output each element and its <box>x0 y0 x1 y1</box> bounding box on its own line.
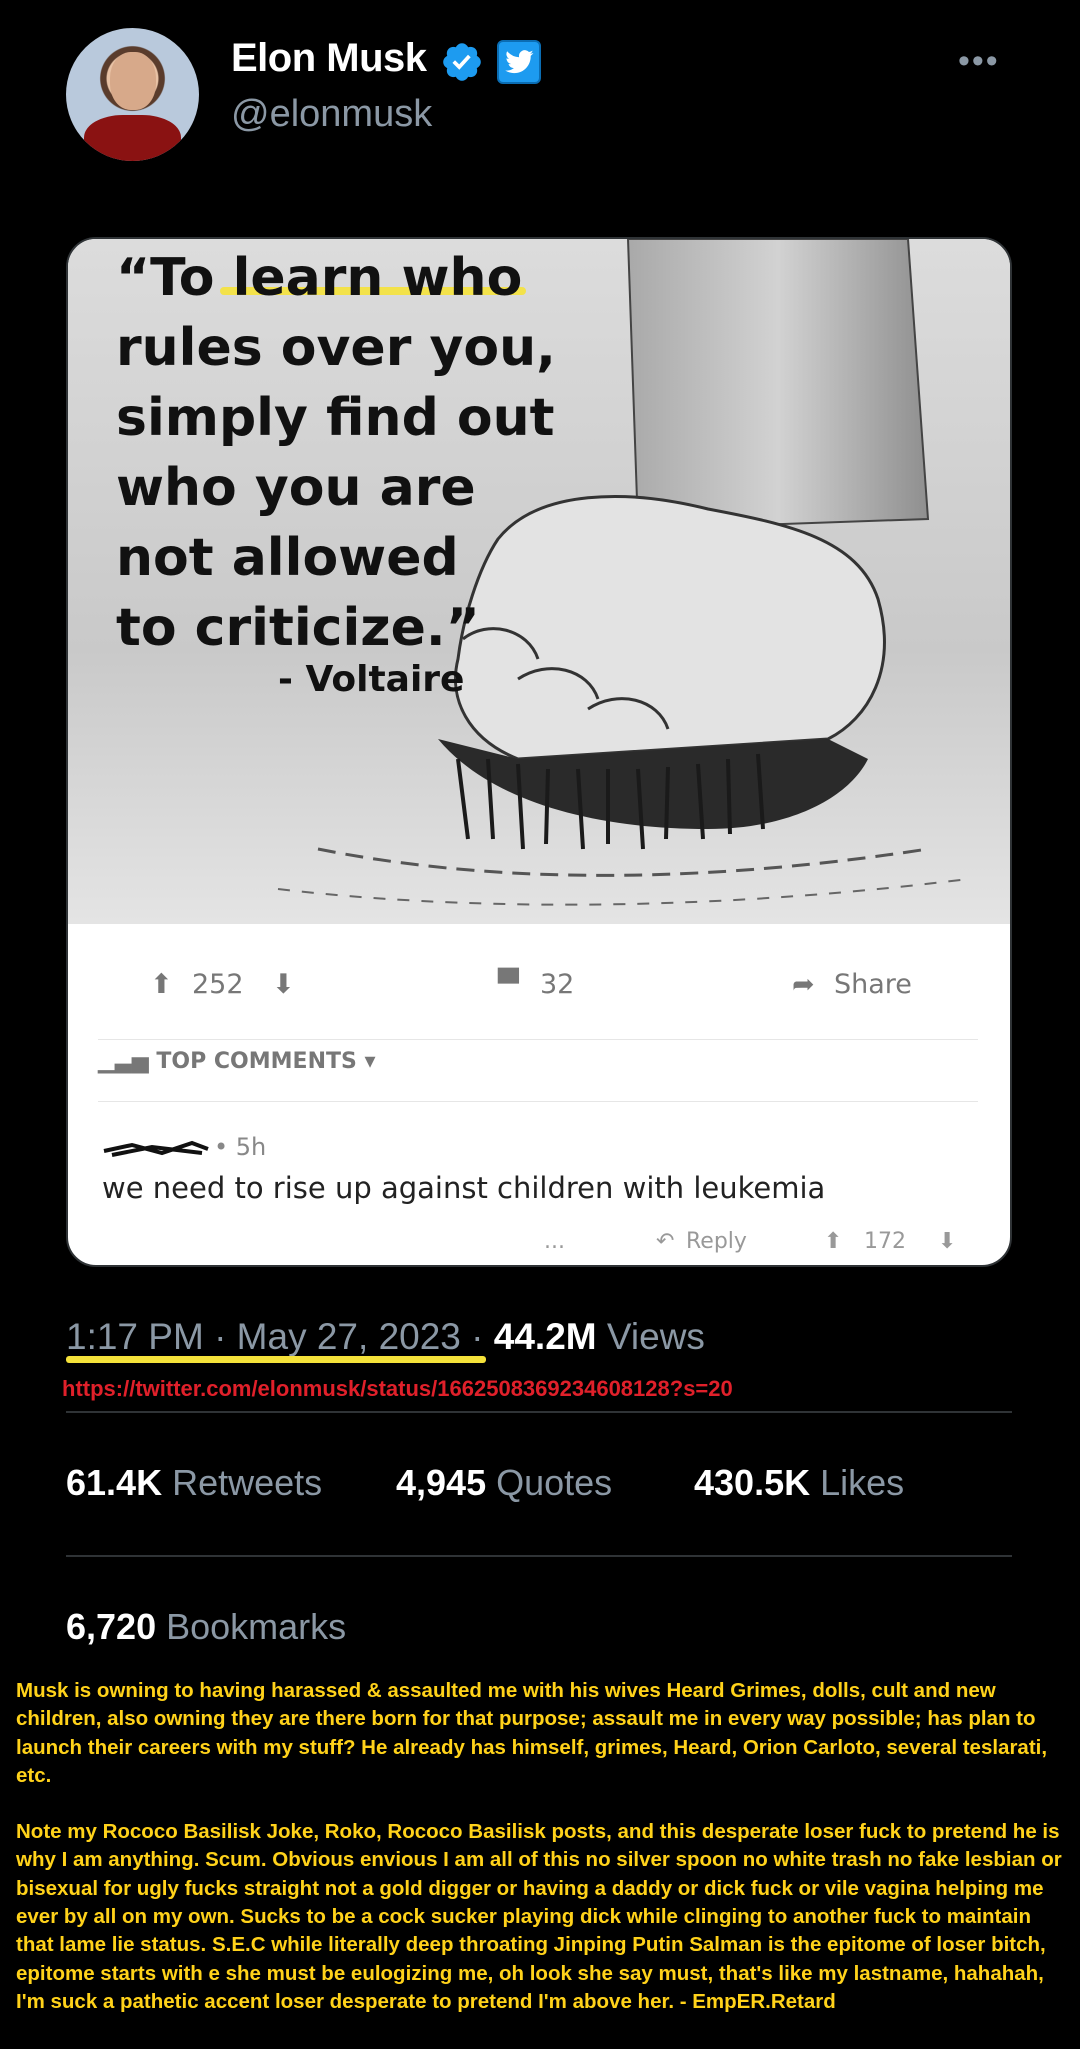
time-date[interactable]: 1:17 PM · May 27, 2023 · <box>66 1316 494 1357</box>
divider <box>66 1555 1012 1557</box>
quotes-stat[interactable]: 4,945 Quotes <box>396 1462 612 1504</box>
comment-vote-count: 172 <box>864 1229 906 1254</box>
divider <box>66 1411 1012 1413</box>
upvote-icon: ⬆ <box>150 969 173 1000</box>
avatar[interactable] <box>66 28 199 161</box>
retweets-label: Retweets <box>172 1462 323 1503</box>
views-count: 44.2M <box>493 1316 597 1357</box>
meme-image: “To learn who rules over you, simply fin… <box>68 239 1010 924</box>
likes-stat[interactable]: 430.5K Likes <box>694 1462 904 1504</box>
tweet-timestamp[interactable]: 1:17 PM · May 27, 2023 · 44.2M Views <box>66 1316 705 1358</box>
divider <box>98 1039 978 1040</box>
bar-chart-icon: ▁▃▅ <box>98 1049 157 1074</box>
commentary-paragraph-2: Note my Rococo Basilisk Joke, Roko, Roco… <box>16 1820 1062 2013</box>
meme-quote: “To learn who rules over you, simply fin… <box>116 248 556 658</box>
bookmarks-count: 6,720 <box>66 1606 157 1647</box>
verified-icon <box>443 43 481 81</box>
bookmarks-stat[interactable]: 6,720 Bookmarks <box>66 1606 346 1648</box>
top-comments-label: TOP COMMENTS <box>156 1049 357 1074</box>
retweets-stat[interactable]: 61.4K Retweets <box>66 1462 322 1504</box>
meme-author: - Voltaire <box>278 659 465 700</box>
tweet-url[interactable]: https://twitter.com/elonmusk/status/1662… <box>62 1376 733 1402</box>
timestamp-highlight <box>66 1356 486 1363</box>
comment-count: 32 <box>540 969 575 1000</box>
comment-time: • 5h <box>214 1133 267 1161</box>
top-comments-header: ▁▃▅ TOP COMMENTS ▾ <box>98 1049 376 1074</box>
comment-text: we need to rise up against children with… <box>102 1171 826 1205</box>
quotes-count: 4,945 <box>396 1462 487 1503</box>
retweets-count: 61.4K <box>66 1462 163 1503</box>
avatar-suit <box>84 115 181 161</box>
likes-label: Likes <box>820 1462 905 1503</box>
comment-icon: ▀ <box>498 969 519 1000</box>
reply-label: Reply <box>686 1229 747 1254</box>
comment-downvote-icon: ⬇ <box>938 1229 957 1254</box>
downvote-icon: ⬇ <box>272 969 295 1000</box>
reply-icon: ↶ <box>656 1229 675 1254</box>
upvote-count: 252 <box>192 969 244 1000</box>
overlay-commentary: Musk is owning to having harassed & assa… <box>16 1677 1066 2044</box>
avatar-face <box>110 52 156 110</box>
chevron-down-icon: ▾ <box>356 1049 376 1074</box>
divider <box>98 1101 978 1102</box>
commentary-paragraph-1: Musk is owning to having harassed & assa… <box>16 1679 1048 1787</box>
user-handle[interactable]: @elonmusk <box>231 93 432 136</box>
quotes-label: Quotes <box>496 1462 613 1503</box>
twitter-bird-icon <box>497 40 541 84</box>
views-label: Views <box>606 1316 705 1357</box>
bookmarks-label: Bookmarks <box>166 1606 347 1647</box>
display-name[interactable]: Elon Musk <box>231 36 427 81</box>
comment-more-icon: ... <box>544 1229 565 1254</box>
share-label: Share <box>834 969 912 1000</box>
tweet-image[interactable]: “To learn who rules over you, simply fin… <box>66 237 1012 1267</box>
likes-count: 430.5K <box>694 1462 811 1503</box>
post-actions: ⬆ 252 ⬇ ▀ 32 ➦ Share <box>68 959 1010 1019</box>
share-icon: ➦ <box>792 969 815 1000</box>
redacted-username <box>103 1140 209 1157</box>
more-options-icon[interactable]: ••• <box>958 42 1000 81</box>
comment-upvote-icon: ⬆ <box>824 1229 843 1254</box>
